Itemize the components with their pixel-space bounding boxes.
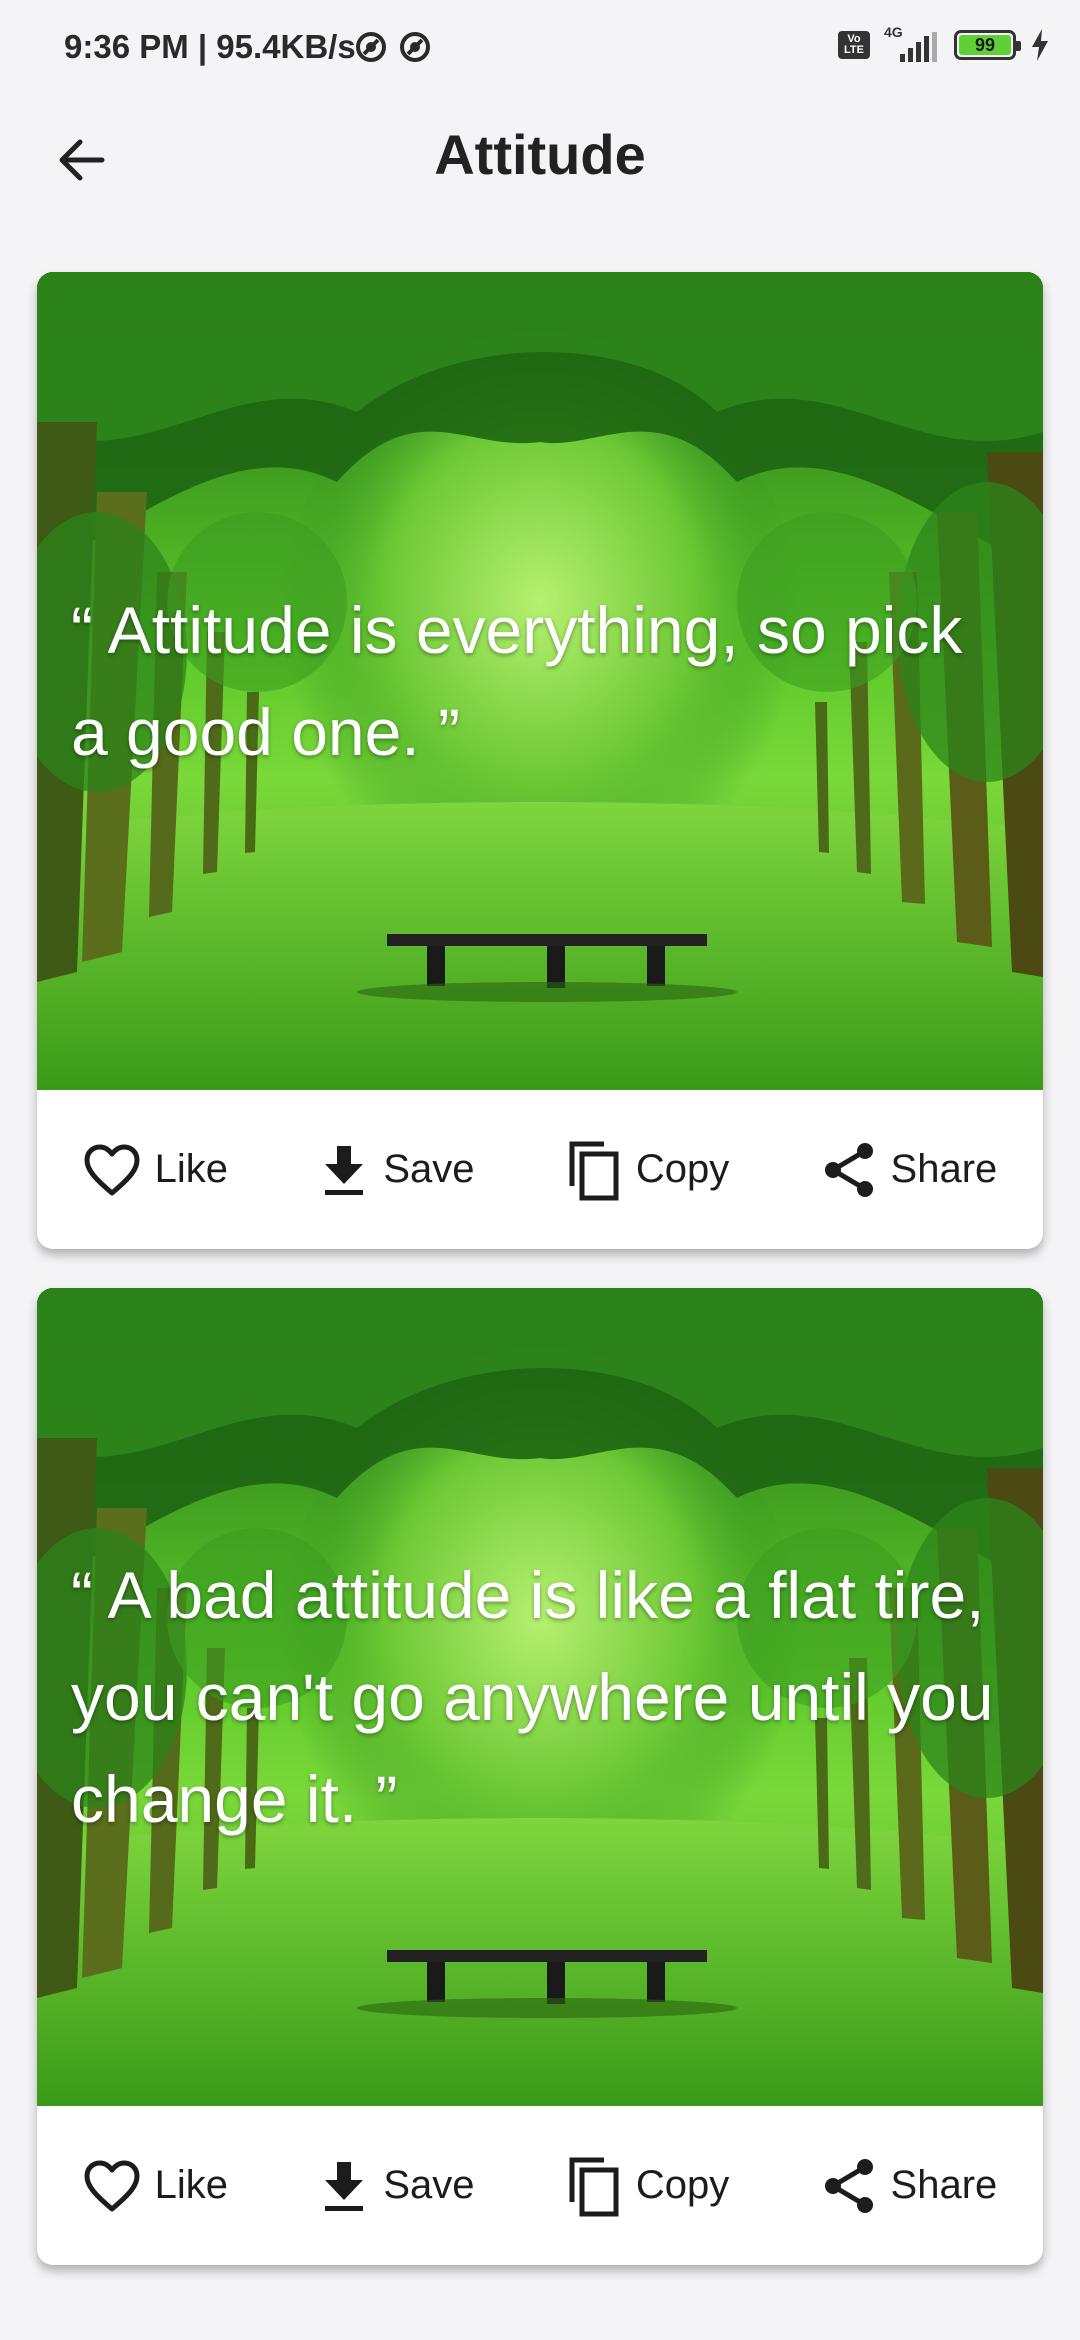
- quote-image: “ Attitude is everything, so pick a good…: [37, 272, 1043, 1090]
- save-label: Save: [383, 1147, 475, 1191]
- copy-button[interactable]: Copy: [558, 1128, 737, 1212]
- copy-icon: [569, 2157, 619, 2216]
- copy-button[interactable]: Copy: [558, 2144, 737, 2228]
- share-label: Share: [890, 1147, 998, 1191]
- save-button[interactable]: Save: [311, 1132, 482, 1208]
- notification-icon: [356, 32, 386, 62]
- heart-outline-icon: [84, 2160, 140, 2211]
- charging-bolt-icon: [1032, 29, 1048, 61]
- share-icon: [824, 1142, 873, 1197]
- copy-label: Copy: [635, 1147, 730, 1191]
- save-label: Save: [383, 2163, 475, 2207]
- like-button[interactable]: Like: [75, 2149, 236, 2223]
- download-icon: [325, 2161, 364, 2211]
- download-icon: [325, 1145, 364, 1195]
- app-bar: Attitude: [0, 100, 1080, 230]
- battery-icon: 99: [954, 30, 1021, 60]
- share-label: Share: [890, 2163, 998, 2207]
- signal-icon: 4G: [884, 24, 940, 62]
- status-time: 9:36 PM | 95.4KB/s: [64, 28, 356, 65]
- save-button[interactable]: Save: [311, 2148, 482, 2224]
- quote-text: “ Attitude is everything, so pick a good…: [71, 593, 963, 769]
- page-title: Attitude: [434, 123, 646, 186]
- quote-text: “ A bad attitude is like a flat tire, yo…: [71, 1558, 994, 1836]
- quote-card: “ A bad attitude is like a flat tire, yo…: [37, 1288, 1043, 2265]
- volte-icon: Vo LTE: [838, 31, 870, 59]
- status-system-icons: Vo LTE 4G 99: [838, 24, 1050, 62]
- like-label: Like: [154, 1147, 229, 1191]
- quote-actions: Like Save Copy Share: [37, 2106, 1043, 2265]
- status-notification-icons: [354, 30, 432, 64]
- quote-image: “ A bad attitude is like a flat tire, yo…: [37, 1288, 1043, 2106]
- share-button[interactable]: Share: [813, 1131, 1006, 1209]
- quote-card: “ Attitude is everything, so pick a good…: [37, 272, 1043, 1249]
- copy-icon: [569, 1141, 619, 1200]
- like-label: Like: [154, 2163, 229, 2207]
- notification-icon: [400, 32, 430, 62]
- like-button[interactable]: Like: [75, 1133, 236, 1207]
- status-bar: 9:36 PM | 95.4KB/s Vo LTE 4G 99: [0, 0, 1080, 100]
- share-button[interactable]: Share: [813, 2147, 1006, 2225]
- quote-actions: Like Save Copy Share: [37, 1090, 1043, 1249]
- battery-level: 99: [974, 34, 996, 55]
- heart-outline-icon: [84, 1144, 140, 1195]
- share-icon: [824, 2158, 873, 2213]
- copy-label: Copy: [635, 2163, 730, 2207]
